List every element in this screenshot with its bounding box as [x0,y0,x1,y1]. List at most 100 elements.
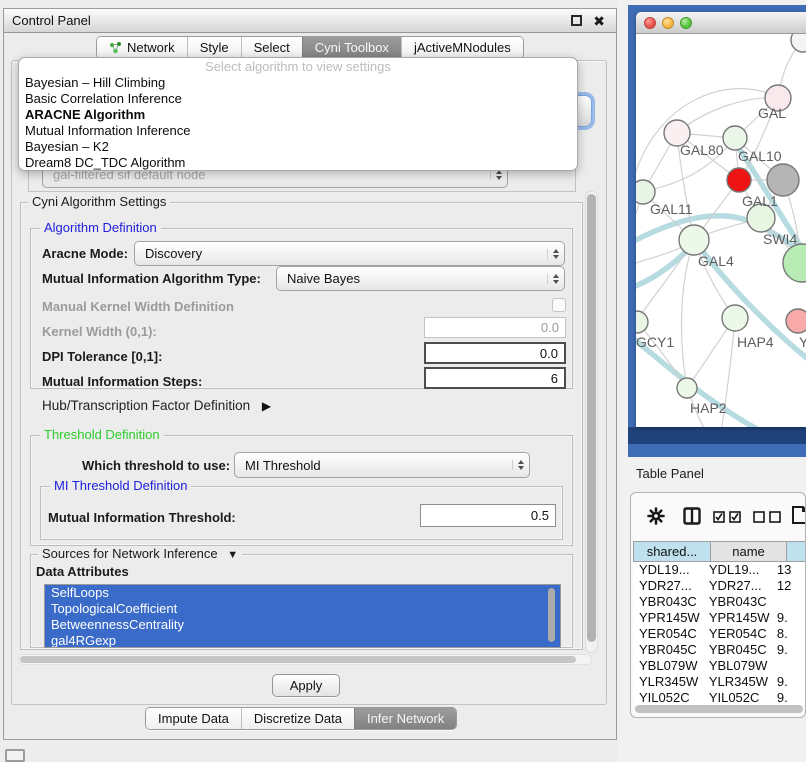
column-header-partial[interactable] [787,541,806,562]
table-row[interactable]: YER054CYER054C8. [633,626,806,642]
dpi-tolerance-field[interactable]: 0.0 [424,342,566,364]
kernel-width-field[interactable]: 0.0 [424,317,566,338]
gear-icon[interactable] [647,507,665,525]
attribute-item[interactable]: gal4RGexp [45,633,560,648]
network-edge[interactable] [636,89,778,184]
table-hscrollbar-thumb[interactable] [635,705,803,713]
cyni-algorithm-settings-title: Cyni Algorithm Settings [28,195,170,209]
network-canvas-svg[interactable]: GALGAL80GAL10GAL1GAL11SWI4GAL4GCY1HAP4YH… [636,34,806,427]
mi-algorithm-type-combo[interactable]: Naive Bayes [276,266,565,291]
attribute-item[interactable]: SelfLoops [45,585,560,601]
table-cell[interactable]: YBR045C [703,642,771,658]
network-node[interactable] [786,309,806,333]
table-cell[interactable]: YPR145W [703,610,771,626]
attribute-item[interactable]: TopologicalCoefficient [45,601,560,617]
table-cell[interactable]: YDL19... [703,562,771,578]
column-header-shared-name[interactable]: shared... [633,541,711,562]
table-row[interactable]: YLR345WYLR345W9. [633,674,806,690]
table-cell[interactable]: YBR043C [633,594,703,610]
table-cell[interactable]: 9. [771,690,806,705]
table-row[interactable]: YDR27...YDR27...12 [633,578,806,594]
tab-network[interactable]: Network [97,37,187,58]
attribute-item[interactable]: BetweennessCentrality [45,617,560,633]
column-header-name[interactable]: name [711,541,787,562]
table-cell[interactable]: YER054C [633,626,703,642]
table-cell[interactable]: YBR043C [703,594,771,610]
table-row[interactable]: YBR045CYBR045C9. [633,642,806,658]
algorithm-option[interactable]: ARACNE Algorithm [19,107,577,123]
attributes-scrollbar-thumb[interactable] [548,588,555,642]
close-window-button[interactable] [644,17,656,29]
tab-jactivemnodules[interactable]: jActiveMNodules [401,37,523,58]
network-node[interactable] [723,126,747,150]
table-cell[interactable]: 9. [771,674,806,690]
network-node[interactable] [679,225,709,255]
split-panel-icon[interactable] [683,507,701,525]
network-canvas[interactable]: GALGAL80GAL10GAL1GAL11SWI4GAL4GCY1HAP4YH… [636,34,806,427]
close-panel-icon[interactable]: ✖ [593,12,605,30]
which-threshold-combo[interactable]: MI Threshold [234,452,530,478]
table-cell[interactable]: 8. [771,626,806,642]
hub-definition-expander[interactable]: Hub/Transcription Factor Definition ▶ [42,398,271,413]
network-node[interactable] [636,311,648,333]
network-edge[interactable] [681,240,694,388]
table-cell[interactable]: 9. [771,610,806,626]
network-node[interactable] [677,378,697,398]
table-cell[interactable]: YIL052C [703,690,771,705]
network-node[interactable] [722,305,748,331]
algorithm-option[interactable]: Bayesian – K2 [19,139,577,155]
kernel-width-label: Kernel Width (0,1): [42,324,157,339]
network-node[interactable] [783,244,806,282]
table-row[interactable]: YIL052CYIL052C9. [633,690,806,705]
table-row[interactable]: YPR145WYPR145W9. [633,610,806,626]
minimized-panel-icon[interactable] [5,749,25,762]
table-row[interactable]: YBL079WYBL079W [633,658,806,674]
table-cell[interactable]: YDR27... [633,578,703,594]
sources-group-header[interactable]: Sources for Network Inference ▼ [38,547,242,562]
algorithm-option[interactable]: Mutual Information Inference [19,123,577,139]
tab-cyni-toolbox[interactable]: Cyni Toolbox [302,37,401,58]
tab-discretize-data[interactable]: Discretize Data [241,708,354,729]
tab-style[interactable]: Style [187,37,241,58]
table-cell[interactable]: 12 [771,578,806,594]
table-cell[interactable]: YDL19... [633,562,703,578]
zoom-window-button[interactable] [680,17,692,29]
mi-steps-field[interactable]: 6 [424,367,566,389]
table-row[interactable]: YBR043CYBR043C [633,594,806,610]
network-node[interactable] [767,164,799,196]
tab-select[interactable]: Select [241,37,302,58]
settings-scrollbar-thumb[interactable] [587,194,596,642]
float-panel-icon[interactable] [571,15,582,26]
tab-impute-data[interactable]: Impute Data [146,708,241,729]
table-cell[interactable]: 13 [771,562,806,578]
network-node[interactable] [791,34,806,52]
apply-button[interactable]: Apply [272,674,340,697]
table-cell[interactable]: YBL079W [703,658,771,674]
new-table-icon[interactable] [791,505,806,525]
deselect-all-columns-icon[interactable] [753,511,781,523]
algorithm-option[interactable]: Dream8 DC_TDC Algorithm [19,155,577,171]
minimize-window-button[interactable] [662,17,674,29]
settings-hscrollbar-thumb[interactable] [20,656,576,663]
table-cell[interactable]: YER054C [703,626,771,642]
manual-kernel-width-checkbox[interactable] [552,298,566,312]
algorithm-option[interactable]: Bayesian – Hill Climbing [19,75,577,91]
table-cell[interactable]: YPR145W [633,610,703,626]
table-row[interactable]: YDL19...YDL19...13 [633,562,806,578]
select-all-columns-icon[interactable] [713,511,741,523]
mi-threshold-field[interactable]: 0.5 [420,504,556,527]
table-cell[interactable]: YDR27... [703,578,771,594]
table-cell[interactable] [771,658,806,674]
table-cell[interactable]: YBR045C [633,642,703,658]
table-cell[interactable]: YLR345W [633,674,703,690]
data-attributes-list[interactable]: SelfLoopsTopologicalCoefficientBetweenne… [44,584,561,648]
table-cell[interactable]: YLR345W [703,674,771,690]
table-cell[interactable] [771,594,806,610]
aracne-mode-combo[interactable]: Discovery [134,241,565,266]
table-cell[interactable]: 9. [771,642,806,658]
network-node[interactable] [727,168,751,192]
algorithm-option[interactable]: Basic Correlation Inference [19,91,577,107]
table-cell[interactable]: YBL079W [633,658,703,674]
tab-infer-network[interactable]: Infer Network [354,708,456,729]
table-cell[interactable]: YIL052C [633,690,703,705]
